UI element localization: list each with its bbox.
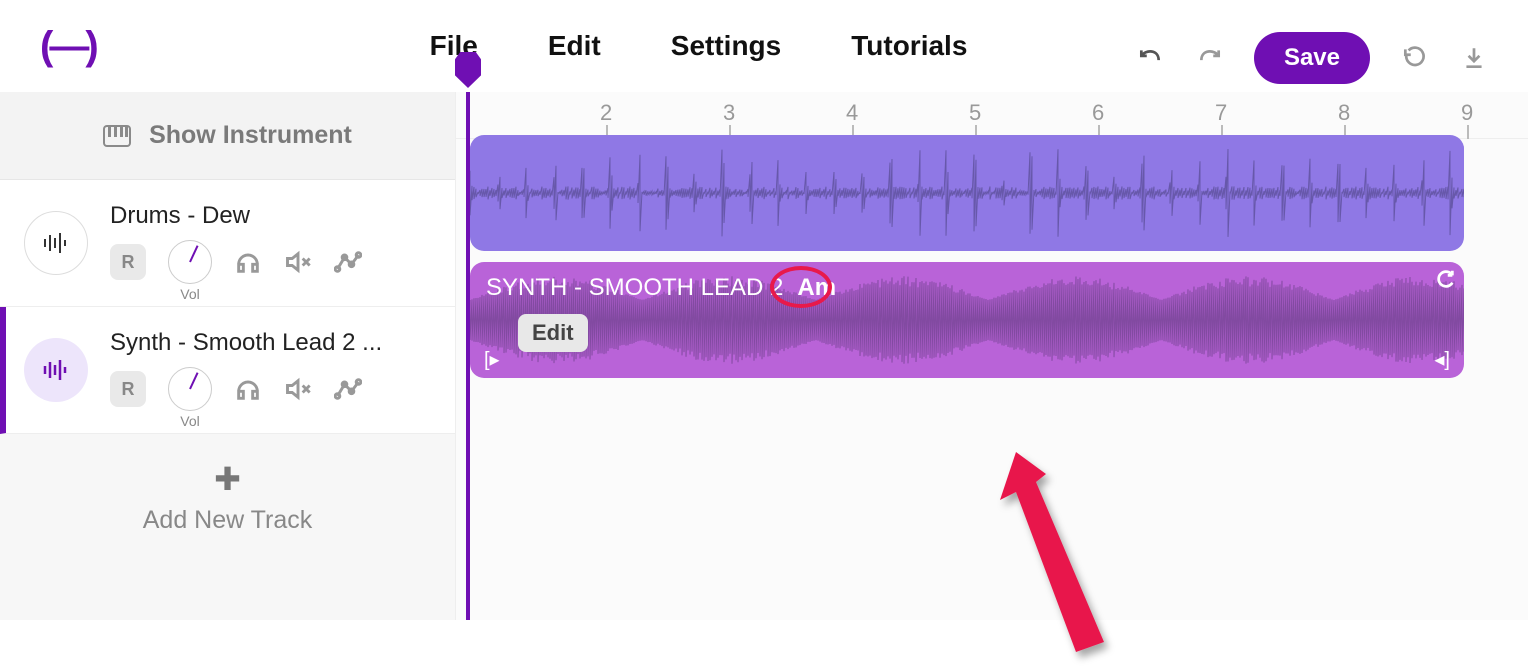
download-icon[interactable] <box>1458 42 1490 74</box>
annotation-arrow <box>986 452 1156 672</box>
menu-tutorials[interactable]: Tutorials <box>851 30 967 62</box>
ruler-tick: 5 <box>969 100 981 126</box>
ruler-tick: 2 <box>600 100 612 126</box>
track-row[interactable]: Drums - Dew R Vol <box>0 180 455 307</box>
workspace: Show Instrument Drums - Dew R Vol <box>0 92 1528 620</box>
headphones-icon[interactable] <box>234 248 262 276</box>
playhead[interactable] <box>466 92 470 620</box>
ruler-tick: 4 <box>846 100 858 126</box>
track-row[interactable]: Synth - Smooth Lead 2 ... R Vol <box>0 307 455 434</box>
history-icon[interactable] <box>1398 42 1430 74</box>
ruler-tick: 7 <box>1215 100 1227 126</box>
annotation-circle <box>770 266 832 308</box>
automation-icon[interactable] <box>334 375 362 403</box>
ruler-tick: 9 <box>1461 100 1473 126</box>
show-instrument-button[interactable]: Show Instrument <box>0 92 455 180</box>
edit-tooltip[interactable]: Edit <box>518 314 588 352</box>
track-name: Synth - Smooth Lead 2 ... <box>110 329 431 357</box>
menu-bar: File Edit Settings Tutorials <box>430 30 968 62</box>
waveform-icon <box>24 211 88 275</box>
track-body: Synth - Smooth Lead 2 ... R Vol <box>110 329 431 411</box>
track-controls: R Vol <box>110 240 431 284</box>
add-track-label: Add New Track <box>143 506 313 535</box>
menu-edit[interactable]: Edit <box>548 30 601 62</box>
mute-icon[interactable] <box>284 248 312 276</box>
track-name: Drums - Dew <box>110 202 431 230</box>
plus-icon: ✚ <box>214 460 241 498</box>
logo: (—) <box>40 24 95 69</box>
track-body: Drums - Dew R Vol <box>110 202 431 284</box>
clip-name: SYNTH - SMOOTH LEAD 2 <box>486 274 783 302</box>
volume-label: Vol <box>180 286 199 302</box>
automation-icon[interactable] <box>334 248 362 276</box>
track-sidebar: Show Instrument Drums - Dew R Vol <box>0 92 456 620</box>
ruler-tick: 8 <box>1338 100 1350 126</box>
mute-icon[interactable] <box>284 375 312 403</box>
clip-split-icon[interactable]: ◂] <box>1434 347 1450 372</box>
clip-handles: [▸ ◂] <box>484 347 1450 372</box>
track-controls: R Vol <box>110 367 431 411</box>
volume-knob[interactable]: Vol <box>168 367 212 411</box>
redo-icon[interactable] <box>1194 42 1226 74</box>
ruler-tick: 3 <box>723 100 735 126</box>
record-button[interactable]: R <box>110 371 146 407</box>
volume-label: Vol <box>180 413 199 429</box>
record-button[interactable]: R <box>110 244 146 280</box>
undo-icon[interactable] <box>1134 42 1166 74</box>
add-track-button[interactable]: ✚ Add New Track <box>0 434 455 561</box>
waveform-icon <box>24 338 88 402</box>
audio-clip-drums[interactable] <box>470 135 1464 251</box>
topbar: (—) File Edit Settings Tutorials Save <box>0 0 1528 92</box>
piano-icon <box>103 125 131 147</box>
loop-icon[interactable] <box>1434 268 1456 295</box>
timeline[interactable]: 23456789 SYNTH - SMOOTH LEAD 2 Am Edit <box>456 92 1528 620</box>
volume-knob[interactable]: Vol <box>168 240 212 284</box>
headphones-icon[interactable] <box>234 375 262 403</box>
clip-start-bracket-icon[interactable]: [▸ <box>484 347 500 372</box>
audio-clip-synth[interactable]: SYNTH - SMOOTH LEAD 2 Am Edit [▸ ◂] <box>470 262 1464 378</box>
show-instrument-label: Show Instrument <box>149 121 352 150</box>
ruler-tick: 6 <box>1092 100 1104 126</box>
save-button[interactable]: Save <box>1254 32 1370 84</box>
right-actions: Save <box>1134 32 1490 84</box>
menu-settings[interactable]: Settings <box>671 30 781 62</box>
